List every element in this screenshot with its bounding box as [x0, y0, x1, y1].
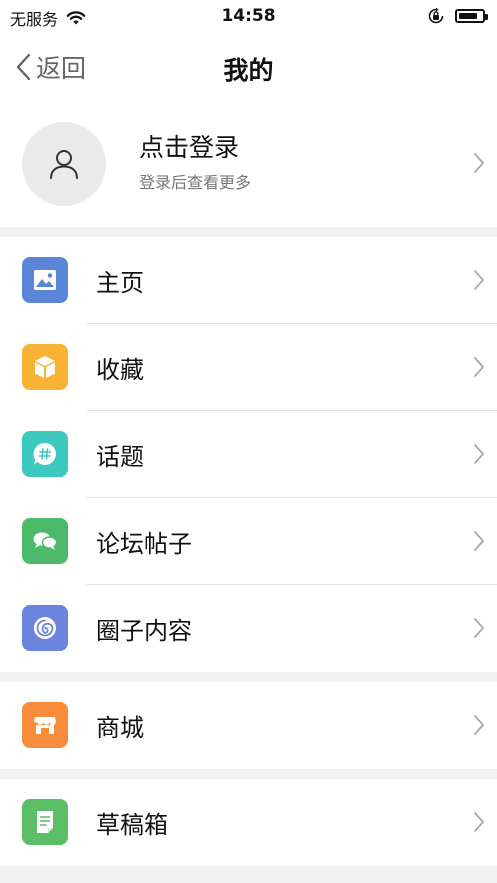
- circle-swirl-icon: [22, 605, 68, 651]
- chat-bubbles-icon: [22, 518, 68, 564]
- menu-item-circle-content[interactable]: 圈子内容: [0, 585, 497, 672]
- login-subtitle: 登录后查看更多: [139, 173, 252, 192]
- chevron-right-icon: [474, 270, 484, 290]
- rotation-lock-icon: [428, 7, 444, 24]
- box-icon: [22, 344, 68, 390]
- status-right: [427, 7, 488, 25]
- status-time: 14:58: [221, 6, 276, 26]
- menu-item-label: 收藏: [96, 356, 144, 384]
- menu-group-main: 主页 收藏 话题 论坛帖子 圈子内容: [0, 237, 497, 672]
- menu-item-store[interactable]: 商城: [0, 682, 497, 769]
- status-bar: 无服务 14:58: [0, 0, 497, 33]
- user-icon: [50, 150, 78, 179]
- section-gap: [0, 866, 497, 876]
- menu-item-label: 主页: [96, 269, 144, 297]
- chevron-left-icon: [16, 53, 31, 81]
- profile-login-card[interactable]: 点击登录 登录后查看更多: [0, 100, 497, 227]
- back-label: 返回: [36, 54, 87, 83]
- chevron-right-icon: [474, 153, 484, 173]
- chevron-right-icon: [474, 444, 484, 464]
- battery-icon: [455, 9, 488, 23]
- battery-fill: [459, 13, 477, 19]
- back-button[interactable]: 返回: [14, 49, 86, 85]
- menu-group-store: 商城: [0, 682, 497, 769]
- login-title: 点击登录: [139, 133, 240, 162]
- menu-item-label: 商城: [96, 714, 144, 742]
- menu-item-homepage[interactable]: 主页: [0, 237, 497, 324]
- menu-item-drafts[interactable]: 草稿箱: [0, 779, 497, 866]
- store-icon: [22, 702, 68, 748]
- image-icon: [22, 257, 68, 303]
- hashtag-icon: [22, 431, 68, 477]
- profile-text: 点击登录 登录后查看更多: [139, 131, 251, 193]
- nav-bar: 返回 我的: [0, 33, 497, 100]
- section-gap: [0, 227, 497, 237]
- menu-group-drafts: 草稿箱: [0, 779, 497, 866]
- chevron-right-icon: [474, 715, 484, 735]
- section-gap: [0, 672, 497, 682]
- menu-item-label: 论坛帖子: [96, 530, 192, 558]
- chevron-right-icon: [474, 812, 484, 832]
- chevron-right-icon: [474, 618, 484, 638]
- menu-item-label: 草稿箱: [96, 811, 168, 839]
- menu-item-label: 话题: [96, 443, 144, 471]
- avatar: [22, 122, 106, 206]
- chevron-right-icon: [474, 357, 484, 377]
- menu-item-topics[interactable]: 话题: [0, 411, 497, 498]
- menu-item-label: 圈子内容: [96, 617, 192, 645]
- chevron-right-icon: [474, 531, 484, 551]
- menu-item-favorites[interactable]: 收藏: [0, 324, 497, 411]
- draft-icon: [22, 799, 68, 845]
- menu-item-forum-posts[interactable]: 论坛帖子: [0, 498, 497, 585]
- section-gap: [0, 769, 497, 779]
